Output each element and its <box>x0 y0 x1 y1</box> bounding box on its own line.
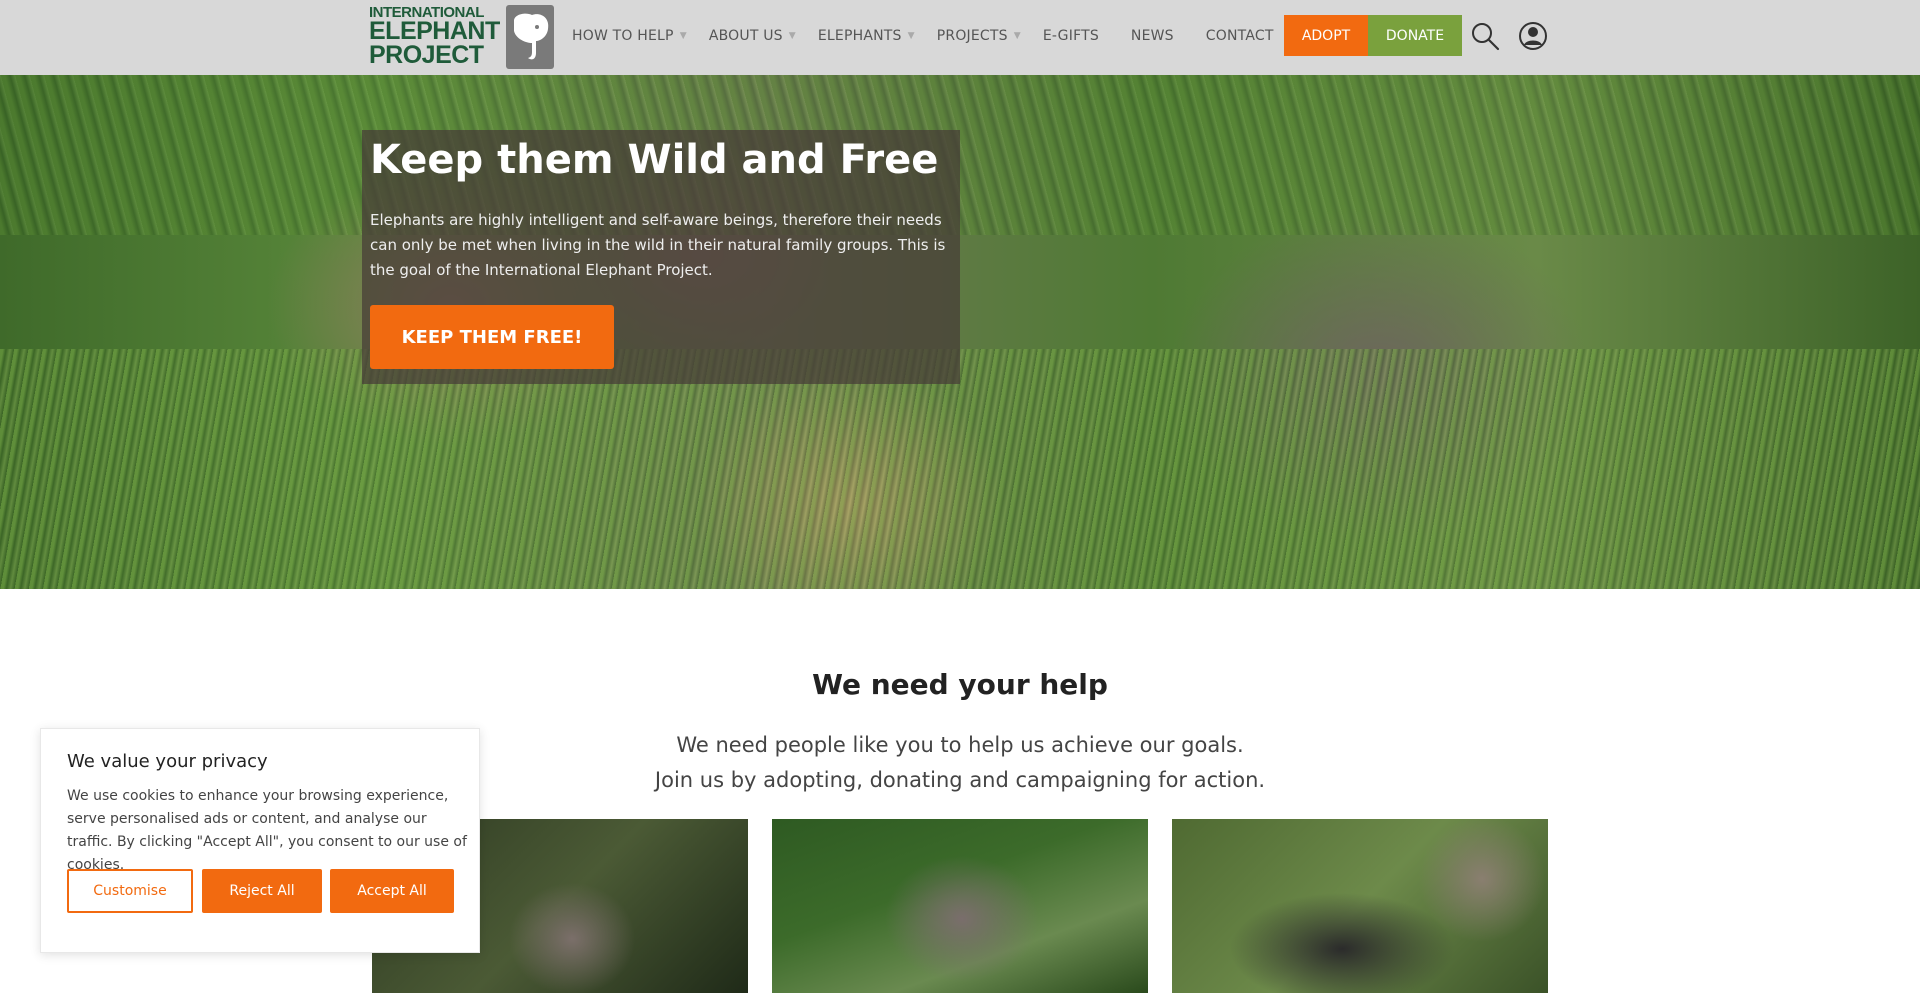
nav-label: E-GIFTS <box>1042 28 1099 44</box>
hero-description: Elephants are highly intelligent and sel… <box>370 211 946 279</box>
nav-e-gifts[interactable]: E-GIFTS <box>1043 28 1099 44</box>
hero-background-foliage <box>0 75 1920 235</box>
nav-projects[interactable]: PROJECTS ▼ <box>937 28 1021 44</box>
cookie-text: We use cookies to enhance your browsing … <box>67 788 467 873</box>
main-nav: HOW TO HELP ▼ ABOUT US ▼ ELEPHANTS ▼ PROJEC… <box>572 0 1296 72</box>
nav-how-to-help[interactable]: HOW TO HELP ▼ <box>572 28 687 44</box>
nav-label: NEWS <box>1130 28 1174 44</box>
hero-background-grass <box>0 349 1920 589</box>
nav-elephants[interactable]: ELEPHANTS ▼ <box>818 28 915 44</box>
keep-them-free-button[interactable]: KEEP THEM FREE! <box>370 305 614 369</box>
cookie-consent-banner: We value your privacy We use cookies to … <box>40 728 480 953</box>
nav-label: ABOUT US <box>708 28 783 44</box>
user-account-icon[interactable] <box>1517 20 1549 52</box>
logo-line-3: PROJECT <box>369 41 484 70</box>
site-logo[interactable]: INTERNATIONAL ELEPHANT PROJECT <box>369 2 554 72</box>
card-image-team-with-elephant[interactable] <box>1172 819 1548 993</box>
adopt-button[interactable]: ADOPT <box>1284 15 1368 56</box>
chevron-down-icon: ▼ <box>1013 31 1021 41</box>
nav-label: ELEPHANTS <box>817 28 902 44</box>
nav-contact[interactable]: CONTACT <box>1206 28 1274 44</box>
accept-all-button[interactable]: Accept All <box>330 869 454 913</box>
cookie-title: We value your privacy <box>67 751 268 772</box>
search-icon[interactable] <box>1469 20 1501 52</box>
nav-news[interactable]: NEWS <box>1131 28 1174 44</box>
reject-all-button[interactable]: Reject All <box>202 869 322 913</box>
card-image-elephant[interactable] <box>772 819 1148 993</box>
logo-wordmark: INTERNATIONAL ELEPHANT PROJECT <box>369 5 500 70</box>
help-line-1: We need people like you to help us achie… <box>676 733 1244 757</box>
elephant-logo-icon <box>505 5 554 69</box>
site-header: INTERNATIONAL ELEPHANT PROJECT HOW TO HE… <box>0 0 1920 75</box>
chevron-down-icon: ▼ <box>788 31 796 41</box>
nav-label: HOW TO HELP <box>572 28 674 44</box>
nav-about-us[interactable]: ABOUT US ▼ <box>709 28 796 44</box>
help-section-text: We need people like you to help us achie… <box>560 728 1360 798</box>
customise-button[interactable]: Customise <box>67 869 193 913</box>
hero-title: Keep them Wild and Free <box>370 137 939 183</box>
donate-button[interactable]: DONATE <box>1368 15 1462 56</box>
nav-label: PROJECTS <box>936 28 1008 44</box>
help-line-2: Join us by adopting, donating and campai… <box>654 768 1266 792</box>
hero-banner <box>0 75 1920 589</box>
chevron-down-icon: ▼ <box>679 31 687 41</box>
nav-label: CONTACT <box>1205 28 1274 44</box>
help-section-title: We need your help <box>812 668 1108 701</box>
chevron-down-icon: ▼ <box>907 31 915 41</box>
